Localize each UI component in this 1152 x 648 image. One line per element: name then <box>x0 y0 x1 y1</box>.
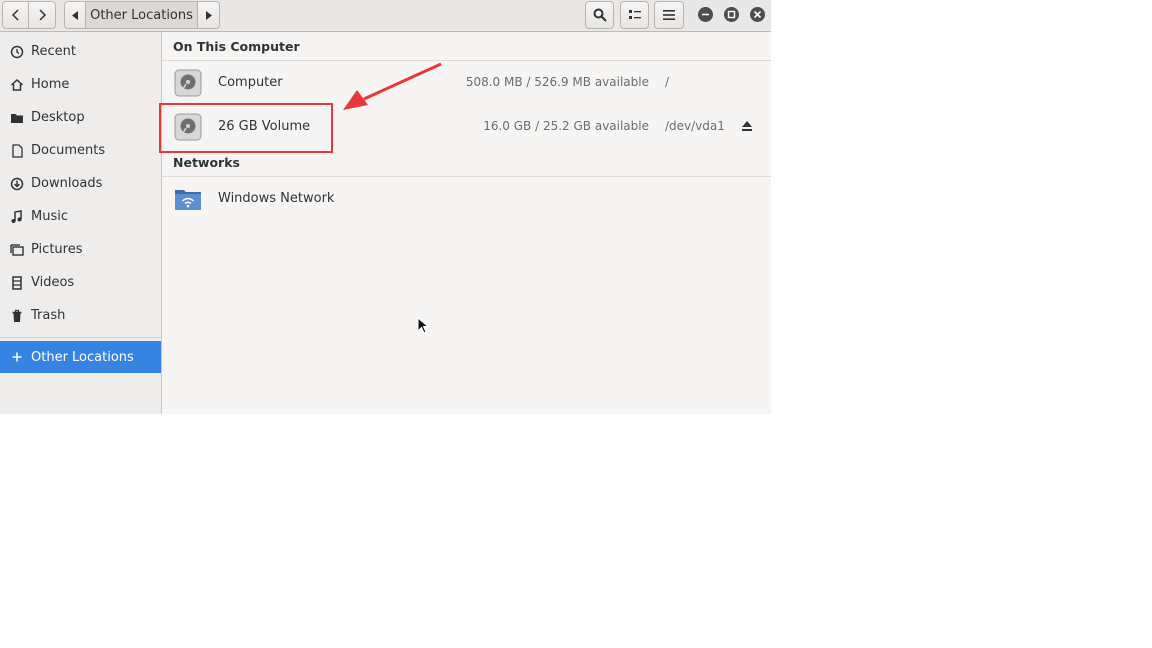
eject-icon[interactable] <box>741 120 753 132</box>
sidebar-item-label: Trash <box>31 308 66 323</box>
sidebar-item-music[interactable]: Music <box>0 200 161 233</box>
menu-button[interactable] <box>654 1 684 29</box>
highlight-box <box>159 103 333 153</box>
chevron-right-icon <box>39 9 47 21</box>
divider <box>162 176 771 177</box>
close-button[interactable] <box>750 7 765 22</box>
sidebar-item-documents[interactable]: Documents <box>0 134 161 167</box>
location-mount-point: /dev/vda1 <box>665 119 725 133</box>
location-mount-point: / <box>665 75 670 89</box>
sidebar-item-downloads[interactable]: Downloads <box>0 167 161 200</box>
close-icon <box>753 10 762 19</box>
home-icon <box>10 78 24 92</box>
breadcrumb-other-locations[interactable]: Other Locations <box>85 1 198 29</box>
trash-icon <box>10 309 24 323</box>
location-row-computer[interactable]: Computer 508.0 MB / 526.9 MB available / <box>162 62 771 104</box>
hamburger-menu-icon <box>663 10 675 20</box>
view-toggle-button[interactable] <box>620 1 649 29</box>
maximize-button[interactable] <box>724 7 739 22</box>
section-title-networks: Networks <box>173 155 240 170</box>
sidebar-item-label: Pictures <box>31 242 83 257</box>
network-folder-icon <box>175 190 201 210</box>
places-sidebar: Recent Home Desktop Documents Downloads … <box>0 32 162 414</box>
back-button[interactable] <box>2 1 29 29</box>
location-available-space: 508.0 MB / 526.9 MB available <box>465 75 649 89</box>
sidebar-item-label: Home <box>31 77 70 92</box>
clock-icon <box>10 45 24 59</box>
sidebar-item-label: Videos <box>31 275 75 290</box>
minimize-button[interactable] <box>698 7 713 22</box>
download-icon <box>10 177 24 191</box>
video-icon <box>10 275 24 290</box>
sidebar-item-label: Desktop <box>31 110 85 125</box>
sidebar-item-other-locations[interactable]: Other Locations <box>0 341 161 373</box>
file-manager-window: Other Locations Recent Home Desktop Docu… <box>0 0 771 414</box>
locations-view: On This Computer Computer 508.0 MB / 526… <box>162 32 771 414</box>
sidebar-item-pictures[interactable]: Pictures <box>0 233 161 266</box>
location-row-windows-network[interactable]: Windows Network <box>162 178 771 220</box>
sidebar-item-desktop[interactable]: Desktop <box>0 101 161 134</box>
location-name: Windows Network <box>218 191 335 206</box>
document-icon <box>10 143 24 158</box>
search-icon <box>593 8 607 22</box>
plus-icon <box>10 350 24 364</box>
sidebar-item-recent[interactable]: Recent <box>0 35 161 68</box>
sidebar-item-trash[interactable]: Trash <box>0 299 161 332</box>
header-bar: Other Locations <box>0 0 771 32</box>
chevron-left-icon <box>11 9 19 21</box>
mouse-cursor-icon <box>417 317 429 334</box>
pictures-icon <box>10 243 24 257</box>
section-title-on-this-computer: On This Computer <box>173 39 300 54</box>
path-scroll-left-button[interactable] <box>64 1 86 29</box>
sidebar-item-label: Recent <box>31 44 76 59</box>
path-scroll-right-button[interactable] <box>197 1 220 29</box>
sidebar-item-label: Other Locations <box>31 349 134 365</box>
sidebar-item-label: Documents <box>31 143 106 158</box>
folder-icon <box>10 111 24 125</box>
minimize-icon <box>702 13 709 16</box>
hard-drive-icon <box>174 69 202 97</box>
triangle-left-icon <box>72 10 78 20</box>
sidebar-separator <box>0 337 161 338</box>
search-button[interactable] <box>585 1 614 29</box>
music-icon <box>10 209 24 224</box>
sidebar-item-label: Downloads <box>31 176 103 191</box>
sidebar-item-label: Music <box>31 209 68 224</box>
maximize-icon <box>727 10 736 19</box>
sidebar-item-home[interactable]: Home <box>0 68 161 101</box>
location-available-space: 16.0 GB / 25.2 GB available <box>483 119 649 133</box>
location-name: Computer <box>218 75 283 90</box>
sidebar-item-videos[interactable]: Videos <box>0 266 161 299</box>
triangle-right-icon <box>205 10 212 20</box>
forward-button[interactable] <box>28 1 56 29</box>
divider <box>162 60 771 61</box>
list-view-icon <box>628 10 641 19</box>
